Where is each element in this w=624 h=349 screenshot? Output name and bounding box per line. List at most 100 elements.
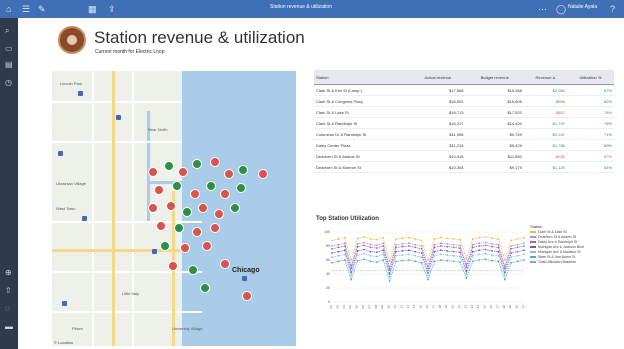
table-row[interactable]: Daley Center Plaza $11,215 $9,429 $1,786 69%	[314, 139, 614, 151]
grid-icon[interactable]: ▦	[88, 3, 97, 15]
data-point	[375, 261, 378, 263]
x-tick-label: 08	[374, 305, 378, 309]
station-marker[interactable]	[164, 161, 174, 171]
folder-icon[interactable]: ▭	[5, 44, 13, 54]
station-marker[interactable]	[178, 167, 188, 177]
station-marker[interactable]	[220, 189, 230, 199]
station-marker[interactable]	[198, 203, 208, 213]
menu-icon[interactable]: ☰	[22, 3, 30, 15]
station-marker[interactable]	[154, 185, 164, 195]
station-marker[interactable]	[230, 203, 240, 213]
legend-label: Michigan Ave & Jackson Blvd	[538, 245, 584, 249]
station-marker[interactable]	[182, 207, 192, 217]
utilization-chart[interactable]: 0 20 40 60 80 100 01 02 03 04 05 06 07 08 09 10 11 12 13 14…	[318, 228, 528, 328]
x-tick-label: 16	[425, 305, 429, 309]
station-map[interactable]: Lincoln Park Near North Ukrainian Villag…	[52, 71, 296, 346]
data-point	[433, 238, 436, 240]
station-marker[interactable]	[180, 243, 190, 253]
station-marker[interactable]	[172, 181, 182, 191]
table-row[interactable]: Dearborn St & Adams St $10,918 $11,850 -$93…	[314, 150, 614, 162]
data-point	[343, 249, 346, 252]
data-point	[516, 243, 519, 246]
col-header[interactable]: Station	[314, 70, 410, 85]
add-icon[interactable]: ⊕	[5, 268, 12, 278]
x-tick-label: 20	[451, 305, 455, 309]
station-cell: Clark St & Randolph St	[314, 117, 410, 129]
station-marker[interactable]	[166, 201, 176, 211]
edit-icon[interactable]: ✎	[38, 3, 46, 15]
y-tick-label: 100	[324, 230, 330, 234]
table-row[interactable]: Clark St & Lake St $16,713 $17,520 -$807 78%	[314, 106, 614, 118]
station-marker[interactable]	[160, 241, 170, 251]
revenue-delta-cell: $996	[523, 95, 567, 107]
legend-item-reference[interactable]: Total Utilization Baseline	[530, 260, 622, 265]
user-name[interactable]: Natalie Ayala	[568, 4, 597, 10]
data-point	[446, 254, 449, 256]
station-marker[interactable]	[188, 265, 198, 275]
col-header[interactable]: Utilization %	[566, 70, 614, 85]
data-point	[516, 250, 519, 253]
data-point	[337, 246, 340, 249]
upload-icon[interactable]: ⇧	[5, 286, 12, 296]
home-icon[interactable]: ⌂	[6, 3, 11, 15]
data-point	[459, 261, 461, 263]
station-marker[interactable]	[214, 209, 224, 219]
station-marker[interactable]	[236, 183, 246, 193]
station-marker[interactable]	[168, 261, 178, 271]
station-marker[interactable]	[192, 227, 202, 237]
station-marker[interactable]	[148, 167, 158, 177]
budget-revenue-cell: $11,850	[465, 150, 524, 162]
user-icon[interactable]: ◯	[556, 3, 566, 15]
window-title[interactable]: Station revenue & utilization	[270, 4, 332, 10]
table-row[interactable]: Columbus Dr & Randolph St $11,996 $9,749 $2…	[314, 128, 614, 140]
data-point	[407, 242, 410, 245]
print-icon[interactable]: ▬	[5, 322, 13, 332]
table-row[interactable]: Dearborn St & Monroe St $10,304 $9,179 $1,1…	[314, 161, 614, 173]
station-marker[interactable]	[242, 291, 252, 301]
data-point	[516, 254, 519, 257]
station-marker[interactable]	[200, 283, 210, 293]
station-marker[interactable]	[156, 221, 166, 231]
street	[132, 71, 134, 346]
share-icon[interactable]: ⇪	[108, 3, 116, 15]
y-tick-label: 60	[326, 258, 330, 262]
chat-icon[interactable]: ◌	[5, 304, 10, 314]
data-point	[510, 261, 513, 264]
data-point	[459, 255, 461, 258]
station-marker[interactable]	[220, 259, 230, 269]
station-marker[interactable]	[202, 241, 212, 251]
help-icon[interactable]: ?	[610, 3, 615, 15]
data-point	[414, 238, 417, 240]
budget-revenue-cell: $9,179	[465, 161, 524, 173]
station-marker[interactable]	[206, 181, 216, 191]
station-marker[interactable]	[224, 169, 234, 179]
table-row[interactable]: Clark St & Congress Pkwy $16,902 $15,906 $9…	[314, 95, 614, 107]
station-marker[interactable]	[238, 165, 248, 175]
data-point	[484, 248, 487, 251]
station-marker[interactable]	[148, 203, 158, 213]
clock-icon[interactable]: ◷	[5, 78, 12, 88]
station-marker[interactable]	[190, 189, 200, 199]
col-header[interactable]: Revenue Δ	[523, 70, 567, 85]
table-row[interactable]: Clark St & Randolph St $16,217 $14,420 $1,7…	[314, 117, 614, 129]
station-marker[interactable]	[192, 159, 202, 169]
data-point	[382, 242, 385, 245]
revenue-table-grid: Station Actual revenue Budget revenue Re…	[314, 70, 614, 173]
station-marker[interactable]	[210, 223, 220, 233]
col-header[interactable]: Actual revenue	[410, 70, 466, 85]
data-point	[439, 259, 442, 261]
data-point	[382, 249, 385, 252]
utilization-cell: 64%	[566, 161, 614, 173]
station-marker[interactable]	[174, 223, 184, 233]
table-row[interactable]: Clark St & Elm St (Lamp.) $17,568 $15,488 $…	[314, 84, 614, 96]
station-marker[interactable]	[210, 157, 220, 167]
station-marker[interactable]	[258, 169, 268, 179]
data-point	[484, 252, 487, 255]
table-body: Clark St & Elm St (Lamp.) $17,568 $15,488 $…	[314, 84, 614, 173]
highway-shield-icon	[116, 115, 121, 120]
more-icon[interactable]: ⋯	[538, 3, 547, 15]
col-header[interactable]: Budget revenue	[465, 70, 524, 85]
actual-revenue-cell: $17,568	[410, 84, 466, 96]
search-icon[interactable]: ⌕	[5, 26, 9, 36]
recent-icon[interactable]: ▤	[5, 60, 13, 70]
